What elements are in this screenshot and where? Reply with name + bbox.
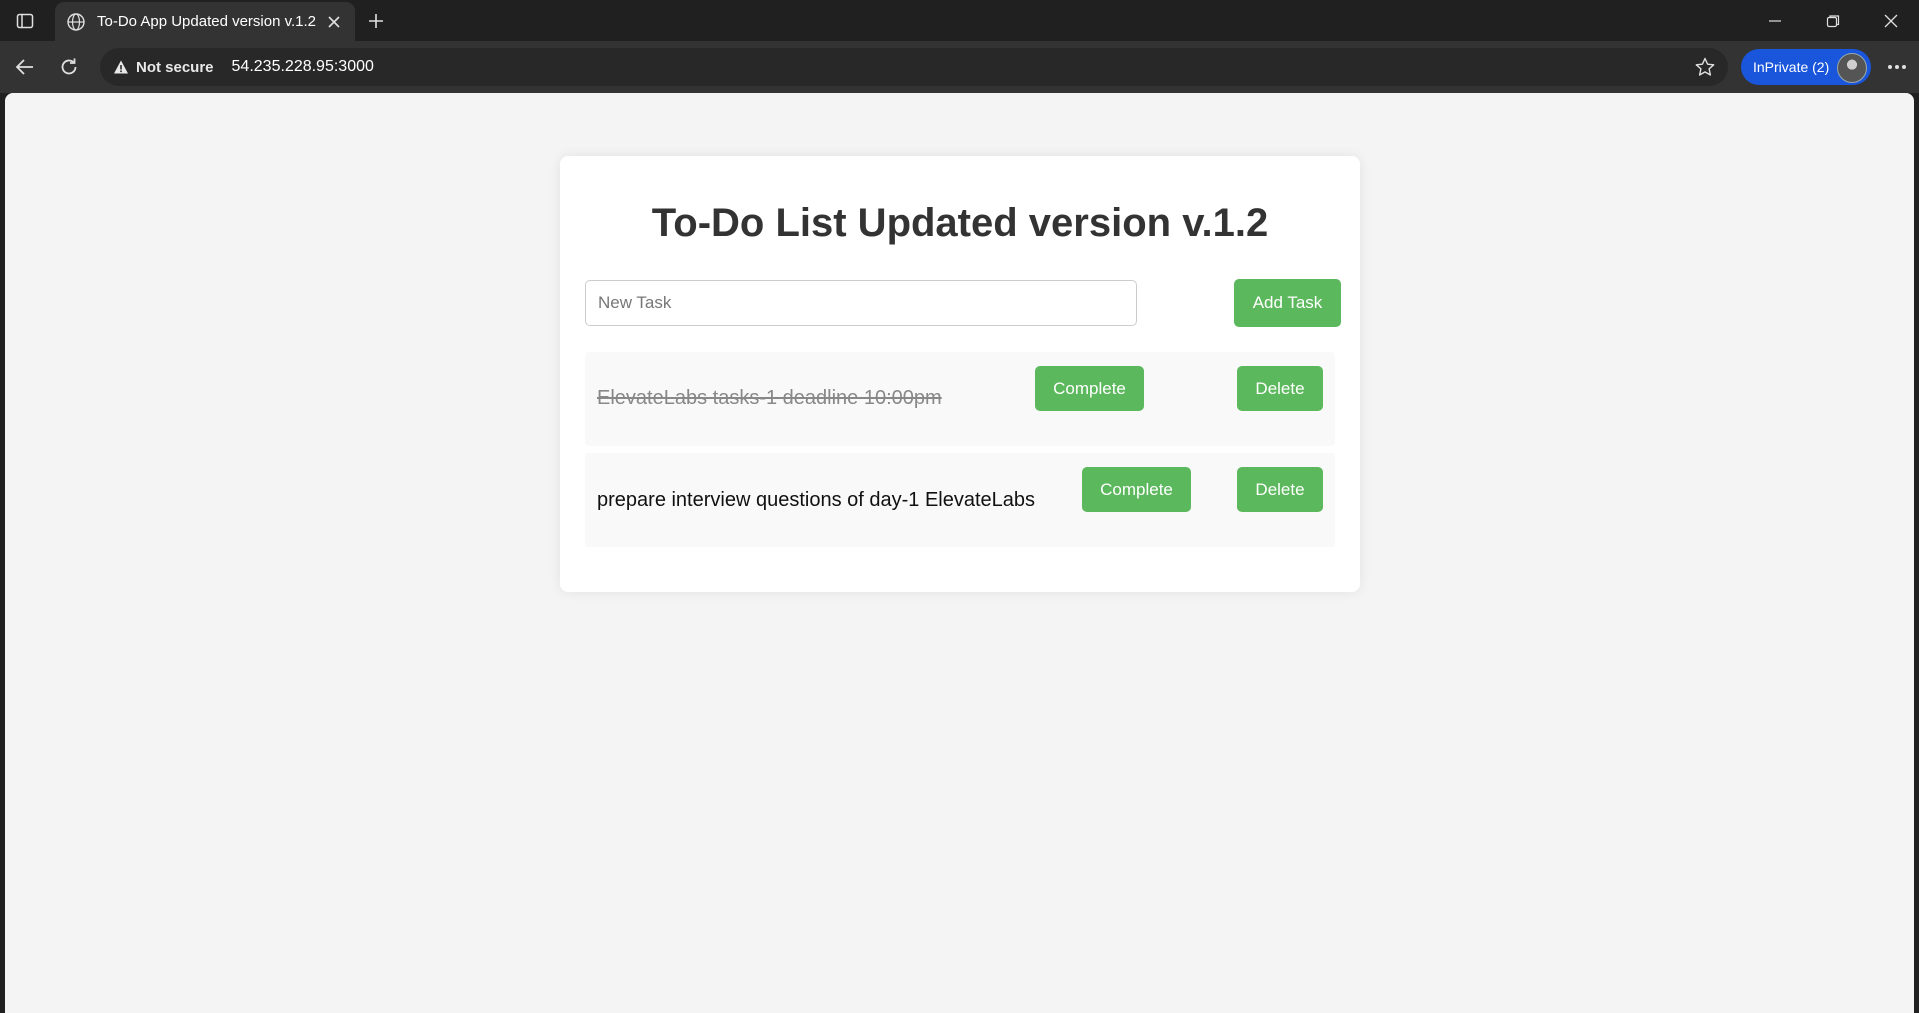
warning-icon[interactable] bbox=[112, 58, 130, 76]
security-label[interactable]: Not secure bbox=[136, 59, 214, 76]
browser-toolbar: Not secure 54.235.228.95:3000 InPrivate … bbox=[0, 41, 1919, 93]
minimize-icon[interactable] bbox=[1747, 0, 1803, 41]
tab-title: To-Do App Updated version v.1.2 bbox=[97, 13, 317, 30]
avatar bbox=[1837, 53, 1867, 83]
delete-button[interactable]: Delete bbox=[1237, 366, 1323, 411]
address-bar[interactable]: Not secure 54.235.228.95:3000 bbox=[100, 48, 1728, 86]
tab-actions-icon[interactable] bbox=[10, 8, 40, 34]
new-tab-icon[interactable] bbox=[362, 7, 390, 35]
task-item: prepare interview questions of day-1 Ele… bbox=[585, 453, 1335, 547]
complete-button[interactable]: Complete bbox=[1082, 467, 1191, 512]
inprivate-label: InPrivate (2) bbox=[1753, 59, 1830, 75]
browser-tab[interactable]: To-Do App Updated version v.1.2 bbox=[55, 2, 355, 41]
refresh-icon[interactable] bbox=[52, 50, 86, 84]
delete-button[interactable]: Delete bbox=[1237, 467, 1323, 512]
new-task-input[interactable] bbox=[585, 280, 1137, 326]
browser-tab-bar: To-Do App Updated version v.1.2 bbox=[0, 0, 1919, 41]
back-arrow-icon[interactable] bbox=[8, 50, 42, 84]
todo-card: To-Do List Updated version v.1.2 Add Tas… bbox=[560, 156, 1360, 592]
favorite-star-icon[interactable] bbox=[1694, 56, 1716, 78]
page-title: To-Do List Updated version v.1.2 bbox=[651, 201, 1269, 245]
task-text: prepare interview questions of day-1 Ele… bbox=[597, 489, 1036, 511]
add-task-button[interactable]: Add Task bbox=[1234, 279, 1341, 327]
task-item: ElevateLabs tasks-1 deadline 10:00pm Com… bbox=[585, 352, 1335, 446]
url-text[interactable]: 54.235.228.95:3000 bbox=[232, 58, 374, 76]
inprivate-button[interactable]: InPrivate (2) bbox=[1741, 49, 1871, 85]
restore-icon[interactable] bbox=[1805, 0, 1861, 41]
close-tab-icon[interactable] bbox=[323, 11, 345, 33]
more-options-icon[interactable] bbox=[1880, 50, 1914, 84]
complete-button[interactable]: Complete bbox=[1035, 366, 1144, 411]
page-viewport: To-Do List Updated version v.1.2 Add Tas… bbox=[5, 93, 1914, 1013]
task-text: ElevateLabs tasks-1 deadline 10:00pm bbox=[597, 387, 942, 409]
globe-icon bbox=[65, 11, 87, 33]
close-window-icon[interactable] bbox=[1863, 0, 1919, 41]
